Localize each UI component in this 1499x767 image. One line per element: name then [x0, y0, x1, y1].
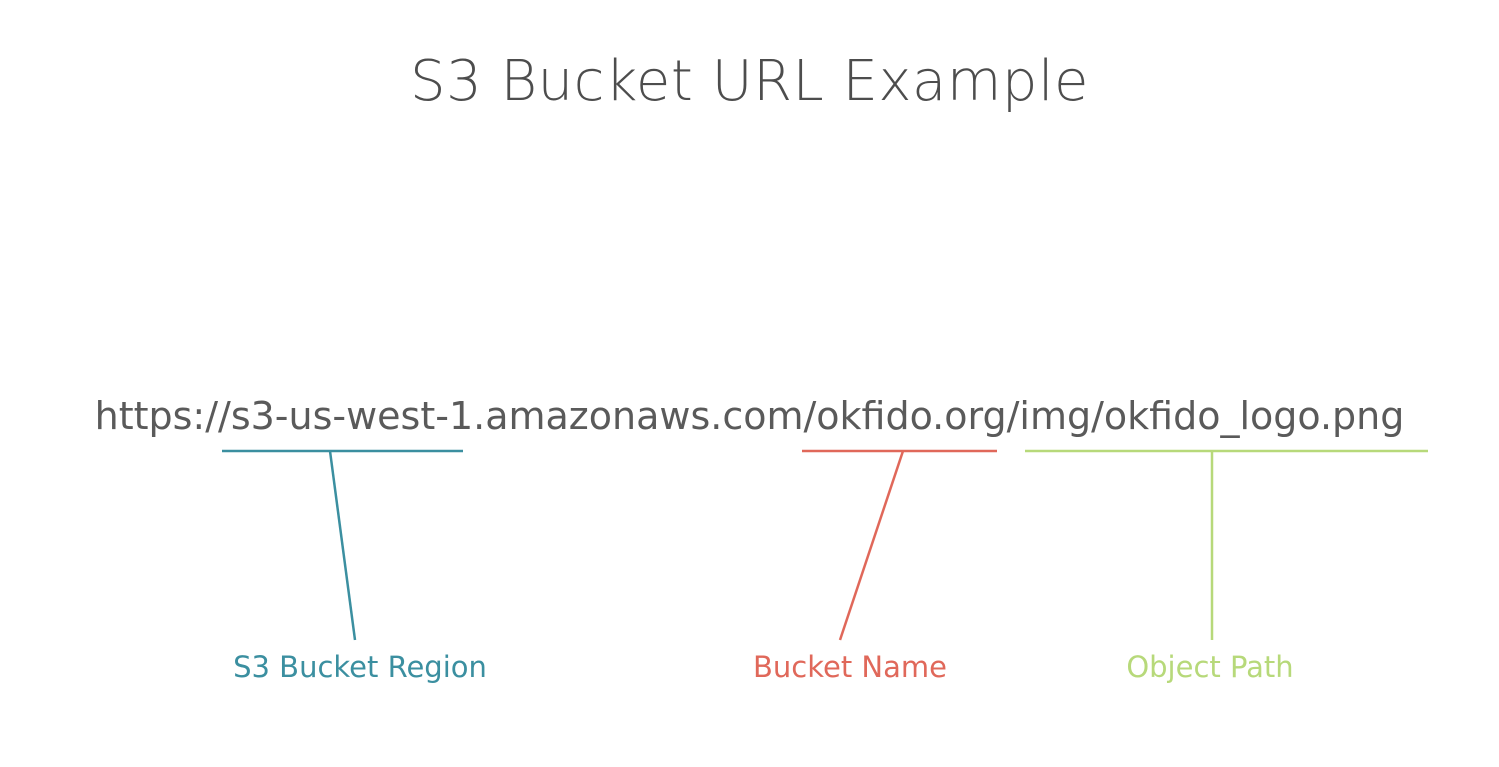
- bucket-name-label: Bucket Name: [753, 650, 947, 684]
- slide: S3 Bucket URL Example https://s3-us-west…: [0, 0, 1499, 767]
- region-leader-line: [328, 450, 357, 641]
- region-label: S3 Bucket Region: [233, 650, 487, 684]
- bucket-leader-line: [838, 450, 905, 641]
- object-path-label: Object Path: [1126, 650, 1294, 684]
